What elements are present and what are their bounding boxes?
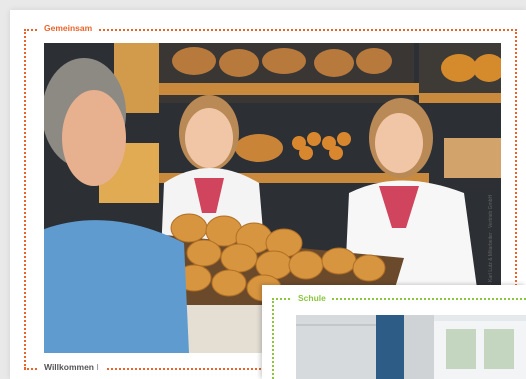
section-label-schule: Schule bbox=[292, 293, 332, 303]
school-photo bbox=[296, 315, 526, 379]
section-label-willkommen: Willkommen Ⅰ bbox=[38, 362, 105, 373]
schule-frame-left bbox=[272, 298, 274, 379]
willkommen-text: Willkommen bbox=[44, 362, 94, 372]
gemeinsam-frame-right bbox=[515, 29, 517, 289]
photo-credit: iStock · Karl Lutz & Mitarbeiter · Vertr… bbox=[488, 194, 494, 300]
section-label-gemeinsam: Gemeinsam bbox=[38, 23, 99, 33]
gemeinsam-frame-left bbox=[24, 29, 26, 369]
text-cursor-icon: Ⅰ bbox=[96, 362, 99, 372]
